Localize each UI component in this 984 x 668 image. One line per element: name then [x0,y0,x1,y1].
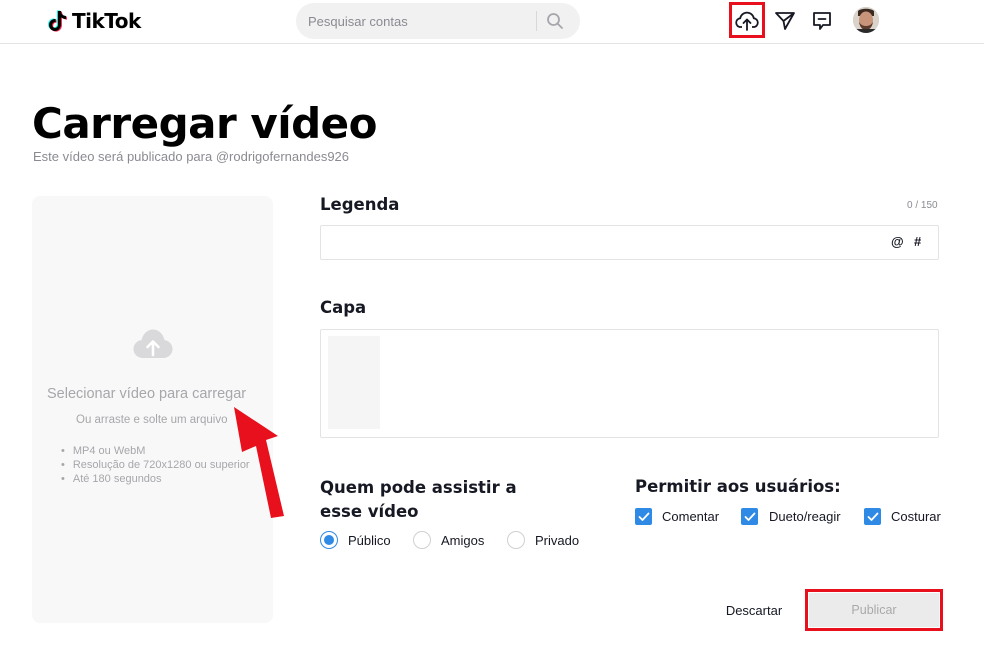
caption-label: Legenda [320,195,400,214]
avatar-image [853,7,879,33]
hashtag-button[interactable]: # [914,234,921,249]
upload-cloud-icon [133,329,173,358]
messages-button[interactable] [806,6,838,36]
checkmark-icon [867,512,878,521]
user-avatar[interactable] [853,7,879,33]
cover-thumbnail[interactable] [328,336,380,429]
paper-plane-icon [775,12,795,30]
radio-friends[interactable] [413,531,431,549]
checkbox-duet[interactable] [741,508,758,525]
mention-button[interactable]: @ [891,234,904,249]
privacy-label: Quem pode assistir a esse vídeo [320,478,517,521]
checkbox-stitch-label[interactable]: Costurar [891,509,941,524]
caption-char-counter: 0 / 150 [907,200,938,211]
checkmark-icon [744,512,755,521]
checkbox-duet-label[interactable]: Dueto/reagir [769,509,841,524]
message-icon [813,12,831,30]
radio-friends-label[interactable]: Amigos [441,533,484,548]
publish-highlight-box [805,589,943,631]
annotation-arrow [234,407,284,518]
upload-hint: Ou arraste e solte um arquivo [76,414,228,426]
caption-field [320,225,939,260]
caption-input[interactable] [329,226,889,259]
permissions-label: Permitir aos usuários: [635,477,841,496]
radio-public-label[interactable]: Público [348,533,391,548]
radio-public[interactable] [320,531,338,549]
radio-private-label[interactable]: Privado [535,533,579,548]
page-subtitle: Este vídeo será publicado para @rodrigof… [33,149,350,164]
upload-title[interactable]: Selecionar vídeo para carregar [47,386,246,402]
checkbox-stitch[interactable] [864,508,881,525]
search-icon [547,13,563,29]
inbox-send-button[interactable] [769,6,801,36]
tiktok-note-icon [48,10,67,32]
cover-selector [320,329,939,438]
upload-highlight-box [729,2,765,38]
logo-text: TikTok [72,9,141,33]
search-input[interactable] [308,3,528,39]
cover-label: Capa [320,298,367,317]
top-navbar: TikTok [0,0,984,44]
checkbox-comment-label[interactable]: Comentar [662,509,719,524]
tiktok-logo[interactable]: TikTok [48,8,141,34]
checkbox-comment[interactable] [635,508,652,525]
radio-private[interactable] [507,531,525,549]
search-divider [536,11,537,31]
page-title: Carregar vídeo [32,99,378,148]
search-bar [296,3,580,39]
checkmark-icon [638,512,649,521]
search-button[interactable] [542,9,568,33]
discard-button[interactable]: Descartar [714,593,794,627]
